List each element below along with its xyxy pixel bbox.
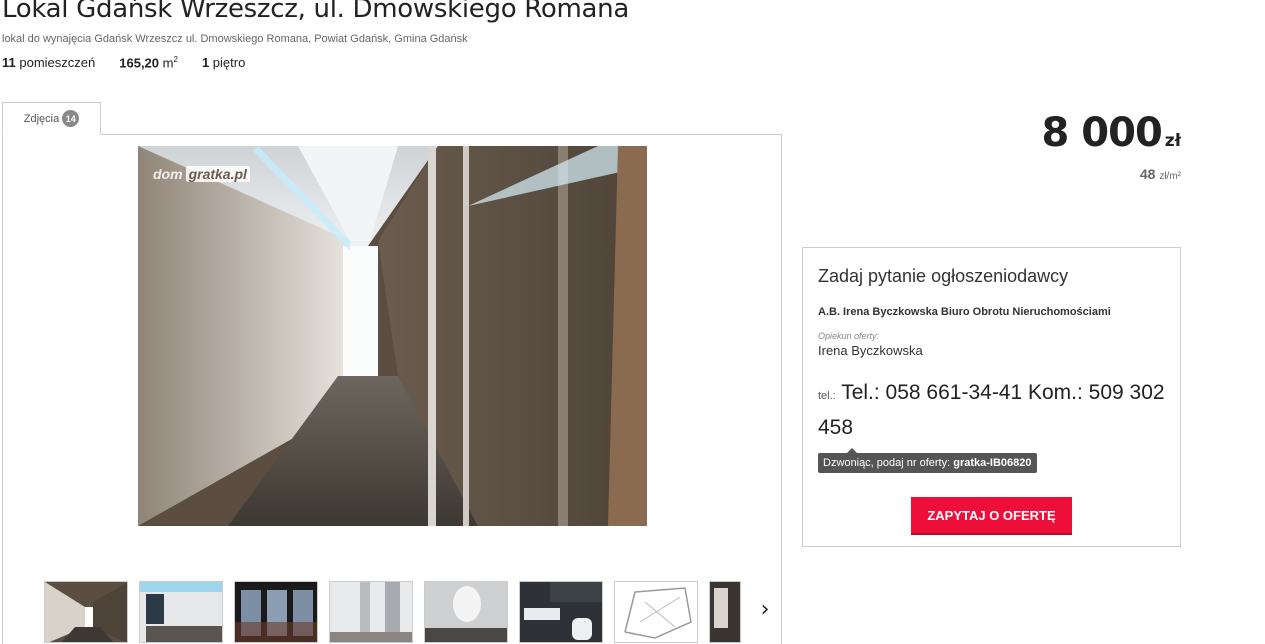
tab-photos[interactable]: Zdjęcia 14 — [2, 102, 101, 135]
area-unit: m — [162, 55, 174, 71]
chevron-right-icon[interactable]: › — [755, 597, 775, 622]
offer-number: gratka-IB06820 — [953, 457, 1032, 469]
thumbnail-strip — [44, 581, 741, 643]
rooms-value: 11 — [2, 55, 16, 70]
thumbnail-2[interactable] — [139, 581, 223, 643]
offer-number-tooltip: Dzwoniąc, podaj nr oferty: gratka-IB0682… — [818, 448, 1037, 473]
watermark-dom: dom — [153, 166, 183, 182]
area-value: 165,20 — [119, 55, 160, 71]
phone-line: tel.: Tel.: 058 661-34-41 Kom.: 509 302 … — [818, 377, 1165, 444]
thumbnail-5[interactable] — [424, 581, 508, 643]
floor-value: 1 — [201, 55, 210, 70]
price-per-m2-unit: zł/m² — [1159, 171, 1181, 182]
contact-box: Zadaj pytanie ogłoszeniodawcy A.B. Irena… — [802, 247, 1181, 547]
corridor-photo-image — [138, 146, 647, 526]
rooms-param: 11 pomieszczeń — [2, 55, 95, 70]
thumbnail-3[interactable] — [234, 581, 318, 643]
listing-subtitle: lokal do wynajęcia Gdańsk Wrzeszcz ul. D… — [2, 33, 468, 45]
photo-count-badge: 14 — [62, 110, 80, 127]
tel-label: tel.: — [818, 390, 836, 402]
area-param: 165,20 m2 — [119, 55, 178, 70]
price-amount: 8 000 — [1041, 110, 1163, 156]
listing-params: 11 pomieszczeń 165,20 m2 1 piętro — [2, 55, 245, 70]
tooltip-prefix: Dzwoniąc, podaj nr oferty: — [823, 457, 951, 469]
guardian-label: Opiekun oferty: — [818, 331, 880, 341]
page-title: Lokal Gdańsk Wrzeszcz, ul. Dmowskiego Ro… — [2, 0, 629, 24]
tab-photos-label: Zdjęcia — [23, 112, 60, 125]
thumbnail-8[interactable] — [709, 581, 741, 643]
price-per-m2-value: 48 — [1139, 166, 1156, 182]
floor-label: piętro — [212, 55, 246, 70]
contact-title: Zadaj pytanie ogłoszeniodawcy — [818, 266, 1069, 286]
area-unit-sup: 2 — [173, 55, 178, 64]
watermark-pl: .pl — [230, 166, 247, 182]
thumbnail-4[interactable] — [329, 581, 413, 643]
thumbnail-1[interactable] — [44, 581, 128, 643]
phone-number[interactable]: Tel.: 058 661-34-41 Kom.: 509 302 458 — [818, 381, 1165, 439]
ask-offer-button[interactable]: ZAPYTAJ O OFERTĘ — [911, 497, 1072, 533]
thumbnail-6[interactable] — [519, 581, 603, 643]
watermark-box: gratka.pl — [185, 166, 250, 182]
price: 8 000 zł — [1042, 110, 1181, 156]
price-currency: zł — [1164, 131, 1181, 151]
main-photo[interactable]: dom gratka.pl — [138, 146, 647, 526]
agency-name[interactable]: A.B. Irena Byczkowska Biuro Obrotu Nieru… — [818, 306, 1165, 318]
watermark-gratka: gratka — [188, 166, 231, 182]
photo-gallery: dom gratka.pl › — [2, 134, 782, 644]
floor-param: 1 piętro — [202, 55, 245, 70]
gratka-watermark: dom gratka.pl — [153, 166, 250, 182]
price-per-m2: 48 zł/m² — [1140, 166, 1181, 182]
rooms-label: pomieszczeń — [19, 55, 96, 70]
thumbnail-7[interactable] — [614, 581, 698, 643]
guardian-name: Irena Byczkowska — [818, 343, 923, 358]
